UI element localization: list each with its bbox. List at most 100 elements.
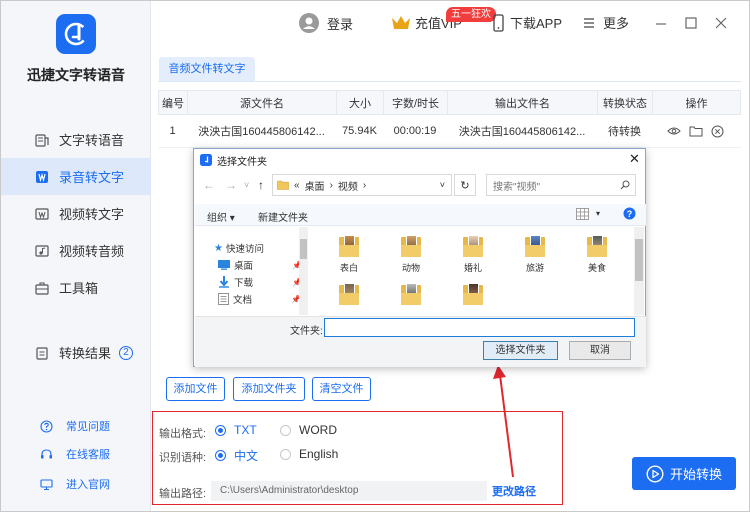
clear-files-button[interactable]: 清空文件 [312,377,371,401]
refresh-icon: ↻ [460,179,470,192]
column-header: 源文件名 [188,91,337,114]
dialog-cancel-button[interactable]: 取消 [569,341,631,360]
tree-item-quick-access[interactable]: ★ 快速访问 [214,241,264,256]
sidebar-item-video-to-audio[interactable]: 视频转音频 [1,232,151,269]
refresh-button[interactable]: ↻ [454,174,476,196]
photo-folder-icon [401,283,421,305]
official-site-link[interactable]: 进入官网 [39,476,110,492]
sidebar-item-label: 转换结果 [59,346,112,361]
login-label: 登录 [327,16,354,32]
top-bar: 登录 充值VIP 五一狂欢 下载APP 更多 [151,1,749,49]
folder-name-input[interactable] [324,318,635,337]
forward-arrow-icon[interactable]: → [225,178,237,192]
lang-option-label: English [299,447,339,461]
add-folder-button[interactable]: 添加文件夹 [233,377,305,401]
files-scrollbar[interactable] [634,227,644,315]
tab-audio-to-text[interactable]: 音频文件转文字 [159,57,255,81]
format-option-txt[interactable]: TXT [215,423,257,437]
column-header: 转换状态 [598,91,653,114]
view-options-icon[interactable] [576,208,589,220]
dialog-close-icon[interactable]: ✕ [629,152,640,165]
address-dropdown-icon[interactable]: ˅ [440,180,445,190]
minimize-icon[interactable] [653,15,669,31]
folder-item[interactable] [331,283,367,309]
download-app-button[interactable]: 下载APP [493,13,562,32]
format-option-label: TXT [234,423,257,437]
folder-item[interactable]: 美食 [579,235,615,274]
sidebar-item-toolbox[interactable]: 工具箱 [1,269,151,306]
breadcrumb-overflow[interactable]: « [294,180,300,191]
folder-label: 旅游 [525,263,544,273]
app-name: 迅捷文字转语音 [27,67,125,83]
files-scrollbar-thumb[interactable] [635,239,643,281]
tab-divider [158,81,741,82]
radio-dot [280,424,291,436]
back-arrow-icon[interactable]: ← [203,178,215,192]
breadcrumb-separator: › [362,179,367,191]
close-icon[interactable] [713,15,729,31]
eye-icon[interactable] [667,126,681,136]
help-circle-icon[interactable]: ? [623,207,636,220]
change-path-link[interactable]: 更改路径 [492,483,536,499]
select-folder-button[interactable]: 选择文件夹 [483,341,558,360]
format-option-word[interactable]: WORD [280,423,337,437]
folder-item[interactable]: 旅游 [517,235,553,274]
up-arrow-icon[interactable]: ↑ [258,178,264,192]
column-header: 大小 [337,91,384,114]
view-dropdown-icon[interactable]: ▾ [596,209,600,218]
faq-link[interactable]: 常见问题 [39,418,110,434]
dialog-search-input[interactable]: 搜索"视频" [486,174,636,196]
column-header: 操作 [685,97,708,110]
folder-item[interactable]: 表白 [331,235,367,274]
tree-item-desktop[interactable]: 桌面 📌 [218,258,302,272]
address-bar[interactable]: « 桌面 › 视频 › ˅ [272,174,452,196]
tree-scrollbar-thumb[interactable] [300,239,307,259]
file-size: 75.94K [342,125,377,137]
sidebar-item-label: 视频转文字 [59,207,125,222]
lang-option-english[interactable]: English [280,447,338,461]
sidebar-item-results[interactable]: 转换结果 2 [1,334,151,371]
document-icon [218,293,229,305]
tree-item-downloads[interactable]: 下载 📌 [218,275,302,289]
radio-dot [280,448,291,460]
audio-to-text-icon [34,169,50,185]
folder-label: 表白 [339,263,358,273]
start-convert-button[interactable]: 开始转换 [632,457,736,490]
maximize-icon[interactable] [683,15,699,31]
clipboard-icon [34,345,50,361]
dialog-command-bar: 组织 ▾ 新建文件夹 ▾ ? [195,204,646,226]
tree-scrollbar[interactable] [299,227,308,315]
menu-icon [583,17,595,29]
star-icon: ★ [214,242,223,254]
tree-item-documents[interactable]: 文档 📌 [218,292,301,306]
play-circle-icon [646,464,664,483]
organize-menu[interactable]: 组织 ▾ [207,209,235,224]
sidebar-item-text-to-speech[interactable]: 文字转语音 [1,121,151,158]
column-header: 字数/时长 [384,91,448,114]
breadcrumb-videos[interactable]: 视频 [338,178,358,193]
remove-icon[interactable] [711,125,724,138]
breadcrumb-desktop[interactable]: 桌面 [305,178,325,193]
folder-item[interactable]: 动物 [393,235,429,274]
login-button[interactable]: 登录 [299,13,353,33]
add-file-button[interactable]: 添加文件 [166,377,225,401]
logo-icon [64,22,88,46]
folder-item[interactable]: 婚礼 [455,235,491,274]
sidebar-item-video-to-text[interactable]: 视频转文字 [1,195,151,232]
new-folder-button[interactable]: 新建文件夹 [258,209,308,224]
tree-item-label: 快速访问 [225,244,264,255]
folder-item[interactable] [393,283,429,309]
lang-option-chinese[interactable]: 中文 [215,447,258,464]
folder-label: 美食 [587,263,606,273]
svg-text:?: ? [627,209,633,219]
folder-open-icon[interactable] [689,125,703,137]
sidebar-item-audio-to-text[interactable]: 录音转文字 [1,158,151,195]
history-dropdown-icon[interactable]: ˅ [244,180,249,190]
sidebar-item-label: 录音转文字 [59,170,125,185]
more-menu-button[interactable]: 更多 [583,13,629,32]
online-support-link[interactable]: 在线客服 [39,446,110,462]
dialog-app-icon [200,154,212,166]
folder-item[interactable] [455,283,491,309]
folder-label: 动物 [401,263,420,273]
photo-folder-icon [401,235,421,257]
